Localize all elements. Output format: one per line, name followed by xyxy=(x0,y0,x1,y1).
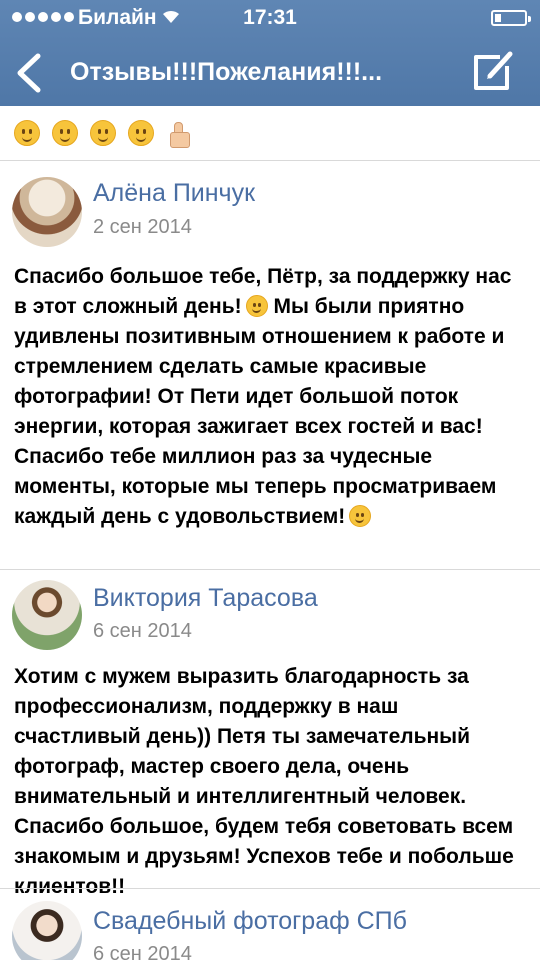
author-name[interactable]: Алёна Пинчук xyxy=(93,179,255,208)
page-title: Отзывы!!!Пожелания!!!... xyxy=(70,58,383,86)
status-bar: Билайн 17:31 xyxy=(0,0,540,36)
comment-post: Свадебный фотограф СПб 6 сен 2014 xyxy=(0,889,540,960)
avatar[interactable] xyxy=(12,901,82,960)
winking-face-icon xyxy=(14,120,40,146)
comment-text-part: Мы были приятно удивлены позитивным отно… xyxy=(14,295,505,528)
yum-face-icon xyxy=(90,120,116,146)
post-date: 6 сен 2014 xyxy=(93,943,192,960)
comment-text: Хотим с мужем выразить благодарность за … xyxy=(14,665,514,898)
comment-feed[interactable]: Алёна Пинчук 2 сен 2014 Спасибо большое … xyxy=(0,106,540,960)
post-date: 6 сен 2014 xyxy=(93,620,192,642)
previous-comment-emojis xyxy=(14,120,192,148)
compose-icon[interactable] xyxy=(470,48,516,94)
thumbs-up-icon xyxy=(166,120,192,148)
comment-text: Спасибо большое тебе, Пётр, за поддержку… xyxy=(14,262,524,532)
smiling-face-icon xyxy=(245,295,268,317)
top-bar: Билайн 17:31 Отзывы!!!Пожелания!!!... xyxy=(0,0,540,106)
battery-icon xyxy=(491,10,531,26)
grinning-face-icon xyxy=(52,120,78,146)
winking-face-icon xyxy=(349,505,372,527)
comment-post: Алёна Пинчук 2 сен 2014 Спасибо большое … xyxy=(0,161,540,569)
post-date: 2 сен 2014 xyxy=(93,216,192,238)
back-chevron-icon[interactable] xyxy=(12,52,46,94)
smiling-face-icon xyxy=(128,120,154,146)
avatar[interactable] xyxy=(12,177,82,247)
avatar[interactable] xyxy=(12,580,82,650)
author-name[interactable]: Виктория Тарасова xyxy=(93,584,318,613)
status-time: 17:31 xyxy=(243,6,297,29)
author-name[interactable]: Свадебный фотограф СПб xyxy=(93,907,407,936)
comment-post: Виктория Тарасова 6 сен 2014 Хотим с муж… xyxy=(0,570,540,898)
